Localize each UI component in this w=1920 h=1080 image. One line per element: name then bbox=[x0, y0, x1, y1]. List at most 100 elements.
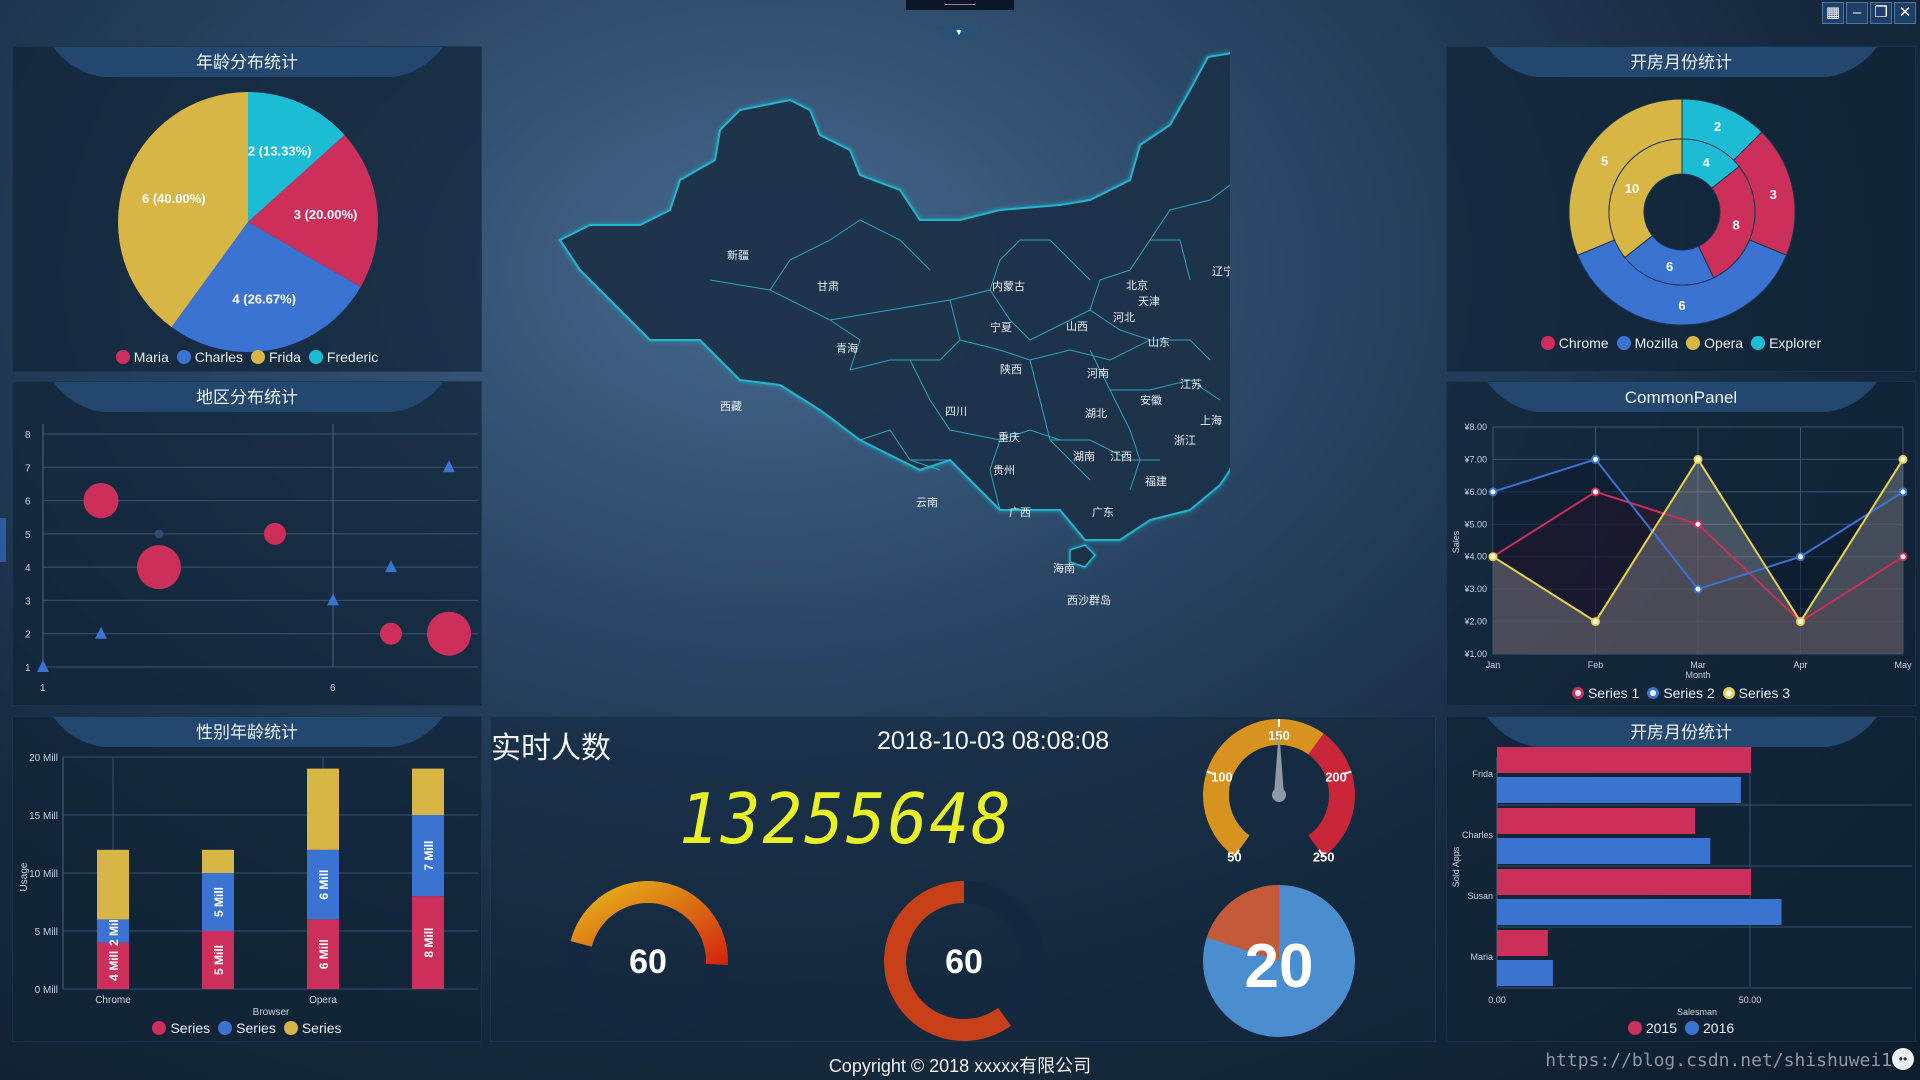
legend-swatch bbox=[1685, 1021, 1699, 1035]
legend-item[interactable]: Charles bbox=[176, 349, 243, 365]
donut-segment-label: 6 bbox=[1678, 298, 1685, 313]
legend-item[interactable]: Series 1 bbox=[1571, 685, 1640, 701]
legend-item[interactable]: Series bbox=[218, 1020, 276, 1036]
left-collapse-handle[interactable] bbox=[0, 518, 6, 562]
y-axis-label: Sales bbox=[1451, 530, 1461, 553]
age-pie-chart[interactable]: 6 (40.00%) 2 (13.33%) 3 (20.00%) 4 (26.67%) bbox=[13, 77, 483, 367]
chat-icon[interactable]: •• bbox=[1892, 1048, 1914, 1070]
x-axis-label: Browser bbox=[253, 1007, 290, 1017]
horizontal-bar bbox=[1497, 930, 1548, 956]
province-label: 江西 bbox=[1110, 450, 1132, 463]
horizontal-bar bbox=[1497, 747, 1751, 773]
province-label: 北京 bbox=[1126, 278, 1148, 292]
y-tick-label: 0 Mill bbox=[35, 985, 58, 996]
legend-label: Maria bbox=[133, 349, 169, 365]
province-label: 上海 bbox=[1200, 413, 1222, 427]
gender-stacked-bar-chart[interactable]: 0 Mill 5 Mill 10 Mill 15 Mill 20 Mill Usage 4 … bbox=[13, 717, 483, 1017]
y-tick-label: 5 Mill bbox=[35, 927, 58, 938]
x-tick-label: 50.00 bbox=[1739, 995, 1762, 1005]
bar-segment-label: 5 Mill bbox=[212, 945, 226, 975]
legend-swatch bbox=[283, 1021, 298, 1035]
legend-item[interactable]: Explorer bbox=[1751, 335, 1821, 351]
stacked-bar-segment bbox=[307, 768, 339, 850]
legend-swatch bbox=[1686, 336, 1701, 350]
x-tick-label: Opera bbox=[309, 995, 337, 1006]
rooms-horizontal-bar-chart[interactable]: Frida Charles Susan Maria 0.00 50.00 Salesman S… bbox=[1447, 717, 1917, 1017]
province-label: 浙江 bbox=[1174, 434, 1196, 447]
gauge-tick-label: 250 bbox=[1313, 849, 1335, 864]
common-panel: CommonPanel ¥1.00 ¥2.00 ¥3.00 ¥4.00 ¥5.00 ¥6.… bbox=[1446, 381, 1916, 706]
china-map[interactable]: 黑龙江吉林辽宁内蒙古北京天津河北山西山东新疆甘肃宁夏青海陕西河南江苏安徽上海西藏… bbox=[530, 40, 1230, 680]
horizontal-bar bbox=[1497, 838, 1711, 864]
region-scatter-chart[interactable]: 1 2 3 4 5 6 7 8 1 6 bbox=[13, 382, 483, 707]
scatter-triangle bbox=[37, 660, 49, 672]
province-label: 陕西 bbox=[1000, 362, 1022, 376]
gauge-tick-label: 100 bbox=[1211, 769, 1233, 784]
legend-item[interactable]: Chrome bbox=[1540, 335, 1609, 351]
x-tick-label: May bbox=[1894, 660, 1912, 670]
legend-item[interactable]: Series bbox=[152, 1020, 210, 1036]
legend-label: Series 1 bbox=[1587, 685, 1640, 701]
y-tick-label: Charles bbox=[1462, 830, 1494, 840]
legend-item[interactable]: Opera bbox=[1686, 335, 1743, 351]
legend-label: Chrome bbox=[1558, 335, 1609, 351]
common-area-chart[interactable]: ¥1.00 ¥2.00 ¥3.00 ¥4.00 ¥5.00 ¥6.00 ¥7.00 ¥8.00… bbox=[1447, 382, 1917, 682]
province-label: 海南 bbox=[1053, 561, 1075, 575]
pie-slice-label: 4 (26.67%) bbox=[232, 291, 296, 306]
x-tick-label: Chrome bbox=[95, 995, 131, 1006]
stacked-bar-segment bbox=[202, 849, 234, 873]
legend-item[interactable]: Series 2 bbox=[1647, 685, 1715, 701]
gauge-tick-label: 50 bbox=[1227, 849, 1241, 864]
legend-item[interactable]: Maria bbox=[115, 349, 169, 365]
rooms-donut-chart[interactable]: 2 3 6 5 4 8 6 10 bbox=[1447, 47, 1917, 337]
grid-icon[interactable]: ▦ bbox=[1822, 2, 1844, 24]
rooms-legend: Chrome Mozilla Opera Explorer bbox=[1447, 335, 1915, 351]
series-point bbox=[1488, 487, 1498, 497]
y-tick-label: Maria bbox=[1470, 952, 1493, 962]
restore-icon[interactable]: ❐ bbox=[1870, 2, 1892, 24]
pie-value: 20 bbox=[1245, 932, 1314, 1001]
x-tick-label: Jan bbox=[1486, 660, 1501, 670]
legend-item[interactable]: Series 3 bbox=[1722, 685, 1790, 701]
x-tick-label: Feb bbox=[1588, 660, 1604, 670]
horizontal-bar bbox=[1497, 899, 1782, 925]
rooms-month-panel: 开房月份统计 2 3 6 5 4 8 6 10 Chrome Mozilla Opera Explo… bbox=[1446, 46, 1916, 372]
donut-segment-label: 5 bbox=[1601, 153, 1608, 168]
bar-segment-label: 5 Mill bbox=[212, 887, 226, 917]
legend-item[interactable]: Frederic bbox=[308, 349, 378, 365]
province-label: 辽宁 bbox=[1212, 264, 1230, 278]
x-tick-label: Apr bbox=[1793, 660, 1807, 670]
y-tick-label: 8 bbox=[25, 430, 31, 441]
y-tick-label: ¥8.00 bbox=[1463, 422, 1487, 432]
province-label: 重庆 bbox=[998, 430, 1020, 444]
y-tick-label: ¥7.00 bbox=[1463, 454, 1487, 464]
close-icon[interactable]: ✕ bbox=[1894, 2, 1916, 24]
legend-swatch bbox=[251, 350, 265, 364]
realtime-gauges[interactable]: 60602050100150200250 bbox=[491, 717, 1437, 1043]
province-label: 宁夏 bbox=[990, 320, 1012, 334]
legend-label: Series bbox=[301, 1020, 342, 1036]
top-handle[interactable] bbox=[906, 0, 1014, 10]
horizontal-bar bbox=[1497, 777, 1741, 803]
bar-segment-label: 6 Mill bbox=[317, 939, 331, 969]
y-tick-label: 10 Mill bbox=[29, 869, 58, 880]
y-axis-label: Sold Apps bbox=[1451, 846, 1461, 887]
legend-item[interactable]: 2016 bbox=[1685, 1020, 1734, 1036]
province-label: 天津 bbox=[1138, 295, 1160, 308]
legend-item[interactable]: Mozilla bbox=[1616, 335, 1678, 351]
y-tick-label: 3 bbox=[25, 596, 31, 607]
age-legend: Maria Charles Frida Frederic bbox=[13, 349, 481, 365]
region-distribution-panel: 地区分布统计 1234567816 bbox=[12, 381, 482, 706]
horizontal-bar bbox=[1497, 869, 1751, 895]
y-tick-label: Frida bbox=[1472, 769, 1493, 779]
legend-item[interactable]: 2015 bbox=[1627, 1020, 1677, 1036]
y-tick-label: ¥6.00 bbox=[1463, 487, 1487, 497]
legend-item[interactable]: Series bbox=[283, 1020, 342, 1036]
province-label: 湖北 bbox=[1085, 407, 1107, 420]
collapse-arrow-icon[interactable]: ▼ bbox=[936, 26, 982, 40]
legend-item[interactable]: Frida bbox=[251, 349, 301, 365]
minimize-icon[interactable]: – bbox=[1846, 2, 1868, 24]
x-tick-label: 1 bbox=[40, 683, 46, 694]
panel-title: 年龄分布统计 bbox=[13, 47, 481, 81]
series-point bbox=[1796, 617, 1805, 627]
